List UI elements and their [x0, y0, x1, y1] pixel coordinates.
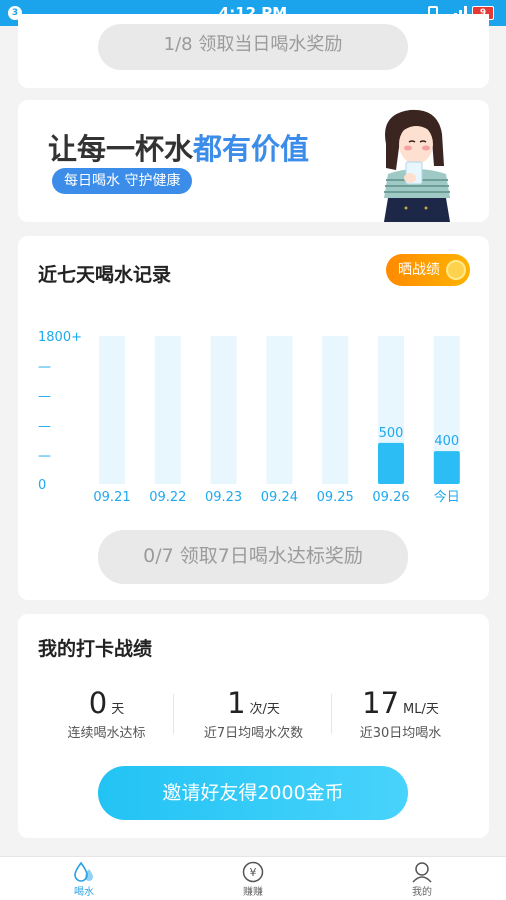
bar-value-label: 500	[379, 426, 404, 441]
weekly-record-card: 近七天喝水记录 晒战绩 0— — — —1800+ 09.21 09.22 09.23 09.…	[18, 236, 489, 600]
x-tick-label: 09.26	[372, 490, 409, 505]
x-tick-label: 09.25	[317, 490, 354, 505]
y-tick-label: 0	[38, 478, 46, 493]
stat-value: 1	[227, 686, 246, 720]
checkin-stats-card: 我的打卡战绩 0天 连续喝水达标 1 次/天 近7日均喝水次数 17 ML/天 近3…	[18, 614, 489, 838]
y-tick-label: —	[38, 389, 51, 404]
daily-reward-card: 1/8 领取当日喝水奖励	[18, 14, 489, 88]
svg-text:¥: ¥	[250, 866, 257, 879]
invite-friends-button[interactable]: 邀请好友得2000金币	[98, 766, 408, 820]
x-tick-label: 09.22	[149, 490, 186, 505]
bottom-nav: 喝水 ¥ 赚赚 我的	[0, 856, 506, 900]
stat-streak: 0天 连续喝水达标	[28, 686, 185, 741]
stat-label: 近7日均喝水次数	[203, 726, 304, 741]
checkin-stats-title: 我的打卡战绩	[38, 638, 153, 660]
slogan-banner[interactable]: 让每一杯水都有价值 每日喝水 守护健康	[18, 100, 489, 222]
x-tick-label: 09.24	[261, 490, 298, 505]
nav-label: 赚赚	[243, 887, 263, 898]
divider	[173, 694, 174, 734]
stat-value: 0	[88, 686, 108, 720]
y-tick-label: 1800+	[38, 330, 82, 345]
bar-track	[99, 336, 125, 484]
x-tick-label: 09.23	[205, 490, 242, 505]
y-tick-label: —	[38, 360, 51, 375]
stat-value: 17	[362, 686, 400, 720]
girl-drinking-illustration	[384, 109, 450, 222]
bar	[378, 442, 404, 484]
bar-track	[210, 336, 237, 484]
y-tick-label: —	[38, 448, 51, 463]
stat-frequency: 1 次/天 近7日均喝水次数	[175, 686, 332, 741]
y-tick-label: —	[38, 419, 51, 434]
nav-label: 我的	[412, 887, 432, 898]
slogan-tag: 每日喝水 守护健康	[52, 168, 193, 194]
bar-track	[154, 336, 181, 484]
stat-volume: 17 ML/天 近30日均喝水	[322, 686, 479, 741]
bar	[433, 451, 460, 484]
nav-tab-profile[interactable]: 我的	[382, 861, 462, 898]
user-icon	[412, 862, 432, 883]
bar-track	[322, 336, 349, 484]
nav-tab-water[interactable]: 喝水	[44, 861, 124, 898]
stat-label: 连续喝水达标	[67, 726, 146, 741]
weekly-reward-button[interactable]: 0/7 领取7日喝水达标奖励	[98, 530, 408, 584]
x-tick-label: 09.21	[93, 490, 130, 505]
slogan-title: 让每一杯水都有价值	[48, 132, 310, 166]
nav-label: 喝水	[74, 887, 94, 898]
coin-yuan-icon: ¥	[242, 861, 264, 883]
bar-value-label: 400	[434, 434, 459, 449]
stat-unit: ML/天	[403, 702, 439, 717]
x-tick-label: 今日	[434, 489, 460, 505]
bar-track	[266, 336, 293, 484]
stat-unit: 次/天	[249, 702, 280, 717]
stat-label: 近30日均喝水	[359, 726, 442, 741]
stat-unit: 天	[111, 702, 125, 717]
daily-reward-button[interactable]: 1/8 领取当日喝水奖励	[98, 24, 408, 70]
water-drop-icon	[74, 861, 93, 882]
nav-tab-earn[interactable]: ¥ 赚赚	[213, 861, 293, 898]
